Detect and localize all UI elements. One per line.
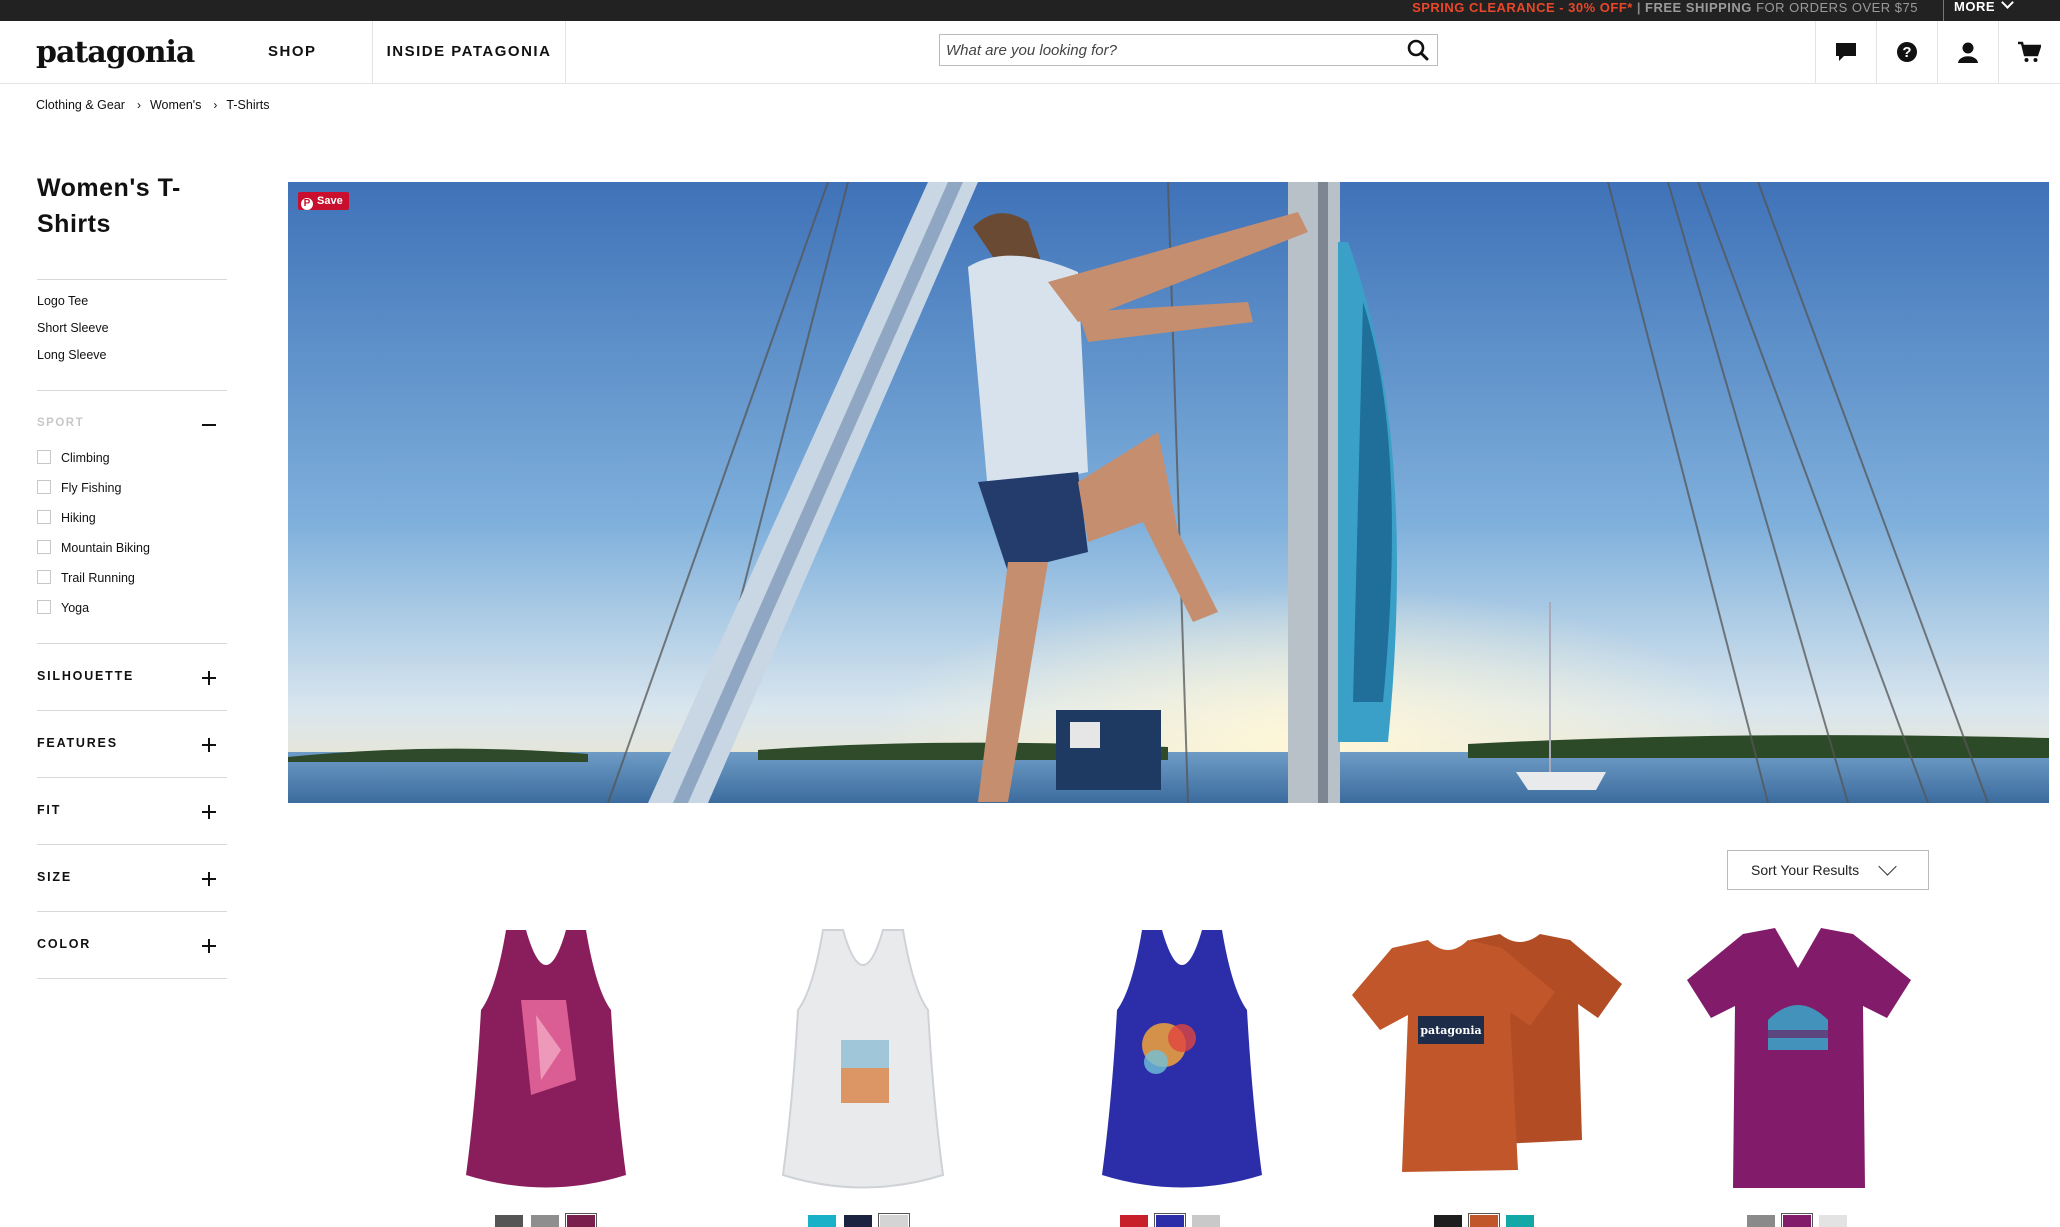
- color-swatch[interactable]: [844, 1215, 872, 1227]
- expand-icon[interactable]: [202, 671, 216, 685]
- pinterest-save-button[interactable]: P Save: [298, 192, 349, 210]
- expand-icon[interactable]: [202, 738, 216, 752]
- color-swatch[interactable]: [1120, 1215, 1148, 1227]
- divider: [37, 844, 227, 845]
- color-swatch[interactable]: [808, 1215, 836, 1227]
- expand-icon[interactable]: [202, 939, 216, 953]
- search-box: [939, 34, 1438, 66]
- site-header: patagonia SHOP INSIDE PATAGONIA ?: [0, 21, 2060, 84]
- checkbox-hiking[interactable]: [37, 510, 51, 524]
- promo-clearance[interactable]: SPRING CLEARANCE - 30% OFF*: [1412, 0, 1633, 15]
- breadcrumb-womens[interactable]: Women's: [150, 98, 201, 112]
- promo-more-link[interactable]: MORE: [1943, 0, 2014, 21]
- product-image[interactable]: [436, 920, 656, 1190]
- sport-option-climbing[interactable]: Climbing: [61, 451, 110, 465]
- checkbox-mountain-biking[interactable]: [37, 540, 51, 554]
- promo-message[interactable]: SPRING CLEARANCE - 30% OFF* | FREE SHIPPIN…: [1412, 0, 1918, 21]
- divider: [37, 911, 227, 912]
- color-swatch-selected[interactable]: [878, 1213, 910, 1227]
- facet-sport-label[interactable]: SPORT: [37, 417, 84, 429]
- pinterest-icon: P: [301, 198, 313, 210]
- account-icon[interactable]: [1937, 21, 1998, 83]
- divider: [37, 390, 227, 391]
- facet-fit[interactable]: FIT: [37, 803, 61, 817]
- hero-sailing-scene: [288, 182, 2049, 803]
- product-card[interactable]: [1072, 920, 1372, 1225]
- category-long-sleeve[interactable]: Long Sleeve: [37, 348, 107, 362]
- facet-size[interactable]: SIZE: [37, 870, 72, 884]
- promo-separator: |: [1636, 0, 1642, 15]
- divider: [37, 777, 227, 778]
- sport-option-hiking[interactable]: Hiking: [61, 511, 96, 525]
- sport-option-yoga[interactable]: Yoga: [61, 601, 89, 615]
- promo-shipping-rest: FOR ORDERS OVER $75: [1756, 0, 1918, 15]
- divider: [37, 643, 227, 644]
- color-swatch-selected[interactable]: [565, 1213, 597, 1227]
- nav-inside-patagonia[interactable]: INSIDE PATAGONIA: [372, 21, 566, 83]
- chat-icon[interactable]: [1815, 21, 1876, 83]
- breadcrumb-separator: ›: [213, 98, 218, 112]
- color-swatch[interactable]: [1192, 1215, 1220, 1227]
- promo-more-label: MORE: [1954, 0, 1995, 14]
- product-card[interactable]: [436, 920, 736, 1225]
- divider: [37, 710, 227, 711]
- product-card[interactable]: [753, 920, 1053, 1225]
- product-image[interactable]: [1072, 920, 1292, 1190]
- chevron-down-icon: [1878, 857, 1897, 876]
- color-swatch[interactable]: [1747, 1215, 1775, 1227]
- hero-image: P Save: [288, 182, 2049, 803]
- promo-shipping-bold: FREE SHIPPING: [1645, 0, 1752, 15]
- product-image[interactable]: [1683, 920, 1913, 1200]
- facet-color[interactable]: COLOR: [37, 937, 91, 951]
- save-label: Save: [317, 195, 343, 207]
- svg-text:?: ?: [1902, 44, 1911, 61]
- chevron-down-icon: [2001, 0, 2014, 9]
- cart-icon[interactable]: [1998, 21, 2059, 83]
- color-swatch-selected[interactable]: [1154, 1213, 1186, 1227]
- sport-option-mountain-biking[interactable]: Mountain Biking: [61, 541, 150, 555]
- category-logo-tee[interactable]: Logo Tee: [37, 294, 88, 308]
- search-icon[interactable]: [1407, 39, 1431, 61]
- breadcrumb-clothing-gear[interactable]: Clothing & Gear: [36, 98, 125, 112]
- svg-text:patagonia: patagonia: [1420, 1024, 1481, 1037]
- promo-bar: SPRING CLEARANCE - 30% OFF* | FREE SHIPPIN…: [0, 0, 2060, 21]
- collapse-icon[interactable]: [202, 424, 216, 426]
- divider: [37, 978, 227, 979]
- color-swatch[interactable]: [495, 1215, 523, 1227]
- color-swatch-selected[interactable]: [1781, 1213, 1813, 1227]
- product-image[interactable]: [753, 920, 973, 1190]
- product-image[interactable]: patagonia: [1350, 920, 1630, 1190]
- color-swatch[interactable]: [1506, 1215, 1534, 1227]
- sort-dropdown[interactable]: Sort Your Results: [1727, 850, 1929, 890]
- divider: [37, 279, 227, 280]
- search-input[interactable]: [940, 35, 1386, 65]
- facet-silhouette[interactable]: SILHOUETTE: [37, 669, 134, 683]
- color-swatch-selected[interactable]: [1468, 1213, 1500, 1227]
- product-card[interactable]: [1683, 920, 1983, 1225]
- sort-label: Sort Your Results: [1751, 862, 1860, 878]
- sport-option-fly-fishing[interactable]: Fly Fishing: [61, 481, 121, 495]
- expand-icon[interactable]: [202, 872, 216, 886]
- checkbox-yoga[interactable]: [37, 600, 51, 614]
- breadcrumb-t-shirts[interactable]: T-Shirts: [226, 98, 269, 112]
- sport-option-trail-running[interactable]: Trail Running: [61, 571, 135, 585]
- facet-features[interactable]: FEATURES: [37, 736, 118, 750]
- color-swatch[interactable]: [531, 1215, 559, 1227]
- site-logo[interactable]: patagonia: [36, 35, 195, 70]
- product-card[interactable]: patagonia: [1350, 920, 1650, 1225]
- checkbox-fly-fishing[interactable]: [37, 480, 51, 494]
- color-swatch[interactable]: [1434, 1215, 1462, 1227]
- color-swatch[interactable]: [1819, 1215, 1847, 1227]
- expand-icon[interactable]: [202, 805, 216, 819]
- checkbox-trail-running[interactable]: [37, 570, 51, 584]
- help-icon[interactable]: ?: [1876, 21, 1937, 83]
- category-short-sleeve[interactable]: Short Sleeve: [37, 321, 109, 335]
- breadcrumb-separator: ›: [136, 98, 141, 112]
- breadcrumb: Clothing & Gear › Women's › T-Shirts: [36, 98, 269, 112]
- page-title: Women's T-Shirts: [37, 174, 181, 238]
- nav-shop[interactable]: SHOP: [268, 21, 317, 83]
- checkbox-climbing[interactable]: [37, 450, 51, 464]
